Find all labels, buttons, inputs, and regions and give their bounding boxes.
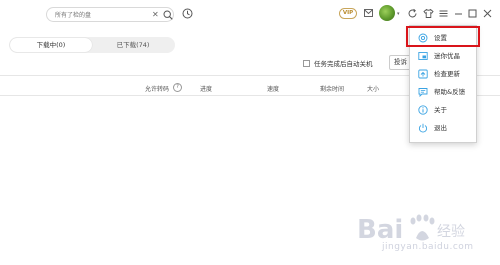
update-icon (418, 69, 428, 79)
power-icon (418, 123, 428, 133)
clear-search-icon[interactable]: ✕ (152, 9, 159, 21)
vip-badge[interactable]: VIP (339, 8, 357, 19)
menu-item-about[interactable]: 关于 (410, 101, 478, 119)
history-icon[interactable] (182, 8, 193, 19)
avatar-dropdown-icon[interactable]: ▾ (397, 11, 400, 17)
menu-item-label: 帮助&反馈 (434, 88, 466, 96)
column-remaining-time: 剩余时间 (320, 86, 345, 93)
menu-item-label: 退出 (434, 124, 447, 132)
watermark-url: jingyan.baidu.com (382, 242, 474, 252)
minimize-icon[interactable] (453, 8, 464, 19)
close-icon[interactable] (482, 8, 493, 19)
download-tabs: 下载中(0) 已下载(74) (9, 37, 175, 53)
menu-icon[interactable] (438, 8, 449, 19)
auto-shutdown-option[interactable]: 任务完成后自动关机 (303, 58, 373, 68)
auto-shutdown-label: 任务完成后自动关机 (314, 60, 373, 68)
top-bar: ✕ VIP ▾ (0, 0, 500, 28)
column-allow-transcode: 允许转码 (145, 86, 170, 93)
column-progress: 进度 (200, 86, 213, 93)
watermark-brand-suffix: 经验 (437, 224, 465, 240)
user-avatar[interactable] (379, 5, 395, 21)
settings-highlight-box (406, 26, 480, 47)
auto-shutdown-checkbox[interactable] (303, 59, 310, 67)
tab-downloaded[interactable]: 已下载(74) (92, 38, 174, 52)
info-icon (418, 105, 428, 115)
search-icon[interactable] (163, 10, 173, 20)
tab-downloading[interactable]: 下载中(0) (10, 38, 92, 52)
menu-item-mini-mode[interactable]: 迷你优晶 (410, 47, 478, 65)
search-input[interactable] (55, 10, 151, 20)
column-size: 大小 (367, 86, 380, 93)
feedback-icon (418, 88, 428, 97)
mini-mode-icon (418, 52, 428, 60)
menu-item-exit[interactable]: 退出 (410, 119, 478, 137)
column-speed: 速度 (267, 86, 280, 93)
maximize-icon[interactable] (467, 8, 478, 19)
menu-item-label: 迷你优晶 (434, 52, 460, 60)
menu-item-label: 检查更新 (434, 70, 460, 78)
help-icon[interactable]: ? (173, 83, 182, 92)
skin-icon[interactable] (423, 8, 434, 19)
menu-item-help-feedback[interactable]: 帮助&反馈 (410, 83, 478, 101)
search-box[interactable]: ✕ (46, 7, 174, 22)
menu-item-label: 关于 (434, 106, 447, 114)
menu-item-check-update[interactable]: 检查更新 (410, 65, 478, 83)
watermark-brand: Bai (357, 215, 403, 245)
refresh-icon[interactable] (407, 8, 418, 19)
mail-icon[interactable] (364, 9, 373, 17)
